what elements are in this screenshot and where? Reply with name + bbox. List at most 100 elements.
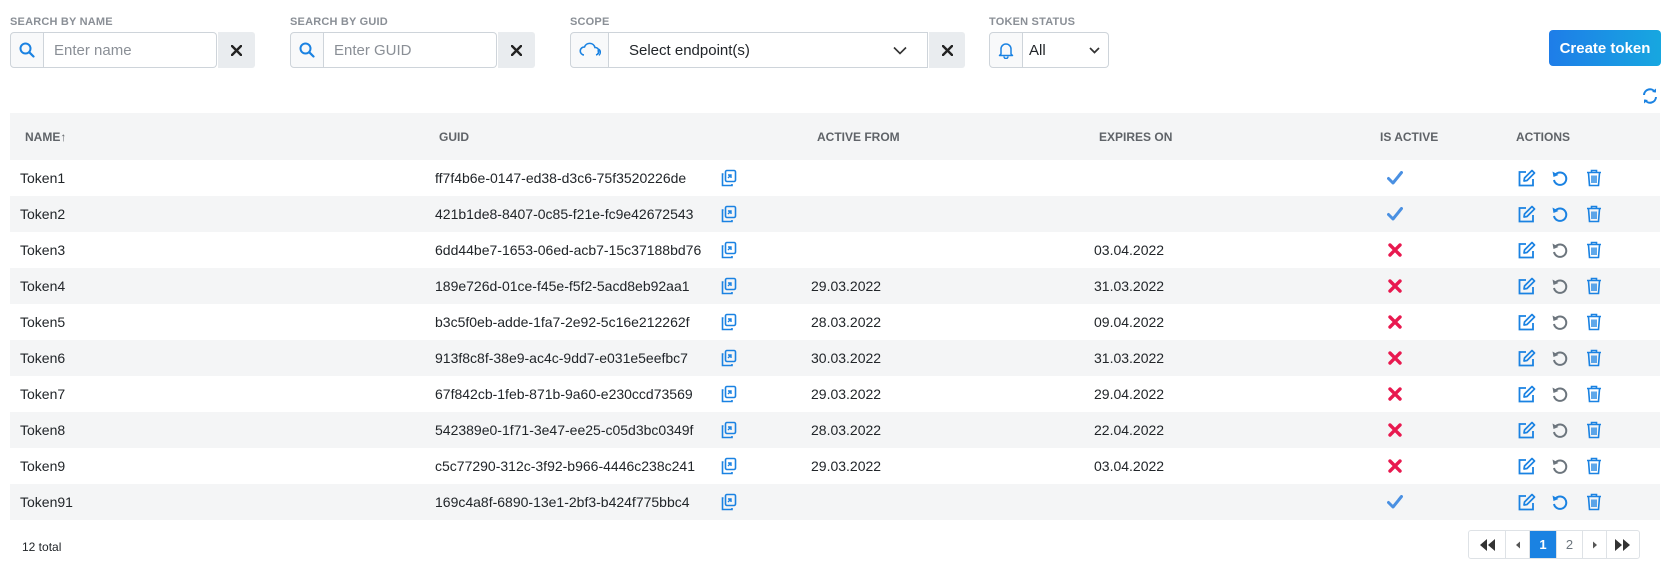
- token-guid: b3c5f0eb-adde-1fa7-2e92-5c16e212262f: [435, 314, 690, 330]
- trash-icon[interactable]: [1584, 492, 1604, 512]
- edit-icon[interactable]: [1516, 240, 1536, 260]
- trash-icon[interactable]: [1584, 168, 1604, 188]
- clear-name-button[interactable]: [218, 32, 255, 68]
- create-token-button[interactable]: Create token: [1549, 30, 1661, 66]
- column-header-active-from: ACTIVE FROM: [817, 129, 900, 144]
- table-row: Token5 b3c5f0eb-adde-1fa7-2e92-5c16e21226…: [10, 304, 1660, 340]
- filter-status-box: All: [989, 32, 1109, 68]
- copy-icon: [719, 312, 739, 332]
- copy-icon: [719, 204, 739, 224]
- clear-scope-button[interactable]: [929, 32, 965, 68]
- name-search-input[interactable]: [44, 32, 217, 68]
- copy-guid-button[interactable]: [719, 276, 811, 296]
- table-row: Token8 542389e0-1f71-3e47-ee25-c05d3bc034…: [10, 412, 1660, 448]
- copy-guid-button[interactable]: [719, 348, 811, 368]
- trash-icon[interactable]: [1584, 384, 1604, 404]
- table-row: Token3 6dd44be7-1653-06ed-acb7-15c37188bd…: [10, 232, 1660, 268]
- double-chevron-left-icon: [1480, 538, 1495, 551]
- undo-icon[interactable]: [1550, 276, 1570, 296]
- undo-icon[interactable]: [1550, 492, 1570, 512]
- copy-guid-button[interactable]: [719, 240, 811, 260]
- edit-icon[interactable]: [1516, 456, 1536, 476]
- column-header-actions: ACTIONS: [1516, 129, 1570, 144]
- cross-icon: [1385, 276, 1405, 296]
- trash-icon[interactable]: [1584, 420, 1604, 440]
- copy-guid-button[interactable]: [719, 456, 811, 476]
- cross-icon: [1385, 312, 1405, 332]
- undo-icon[interactable]: [1550, 312, 1570, 332]
- table-body: Token1 ff7f4b6e-0147-ed38-d3c6-75f3520226…: [10, 160, 1660, 520]
- copy-guid-button[interactable]: [719, 420, 811, 440]
- table-row: Token4 189e726d-01ce-f45e-f5f2-5acd8eb92a…: [10, 268, 1660, 304]
- row-actions: [1513, 456, 1660, 476]
- copy-guid-button[interactable]: [719, 168, 811, 188]
- row-actions: [1513, 492, 1660, 512]
- copy-guid-button[interactable]: [719, 204, 811, 224]
- trash-icon[interactable]: [1584, 312, 1604, 332]
- page-2-button[interactable]: 2: [1557, 531, 1583, 558]
- scope-select[interactable]: Select endpoint(s): [609, 32, 928, 68]
- undo-icon[interactable]: [1550, 384, 1570, 404]
- token-name: Token4: [20, 278, 66, 294]
- row-actions: [1513, 168, 1660, 188]
- refresh-icon[interactable]: [1640, 86, 1660, 106]
- edit-icon[interactable]: [1516, 348, 1536, 368]
- undo-icon[interactable]: [1550, 204, 1570, 224]
- row-actions: [1513, 348, 1660, 368]
- copy-guid-button[interactable]: [719, 384, 811, 404]
- edit-icon[interactable]: [1516, 492, 1536, 512]
- table-row: Token9 c5c77290-312c-3f92-b966-4446c238c2…: [10, 448, 1660, 484]
- column-header-expires-on: EXPIRES ON: [1099, 129, 1173, 144]
- copy-icon: [719, 492, 739, 512]
- undo-icon[interactable]: [1550, 240, 1570, 260]
- table-row: Token1 ff7f4b6e-0147-ed38-d3c6-75f3520226…: [10, 160, 1660, 196]
- last-page-button[interactable]: [1607, 531, 1639, 558]
- edit-icon[interactable]: [1516, 276, 1536, 296]
- undo-icon[interactable]: [1550, 420, 1570, 440]
- undo-icon[interactable]: [1550, 456, 1570, 476]
- token-guid: 913f8c8f-38e9-ac4c-9dd7-e031e5eefbc7: [435, 350, 688, 366]
- token-status-select[interactable]: All: [1023, 32, 1109, 68]
- copy-icon: [719, 348, 739, 368]
- token-is-active: [1380, 384, 1513, 404]
- copy-icon: [719, 276, 739, 296]
- copy-guid-button[interactable]: [719, 312, 811, 332]
- copy-guid-button[interactable]: [719, 492, 811, 512]
- total-count: 12 total: [22, 540, 62, 554]
- undo-icon[interactable]: [1550, 348, 1570, 368]
- prev-page-button[interactable]: [1506, 531, 1530, 558]
- token-expires-on: 31.03.2022: [1094, 350, 1165, 366]
- first-page-button[interactable]: [1469, 531, 1506, 558]
- token-active-from: 29.03.2022: [811, 458, 882, 474]
- token-is-active: [1380, 420, 1513, 440]
- token-guid: 6dd44be7-1653-06ed-acb7-15c37188bd76: [435, 242, 702, 258]
- guid-search-input[interactable]: [324, 32, 497, 68]
- trash-icon[interactable]: [1584, 276, 1604, 296]
- edit-icon[interactable]: [1516, 384, 1536, 404]
- filter-name-box: [10, 32, 255, 68]
- token-name: Token6: [20, 350, 66, 366]
- edit-icon[interactable]: [1516, 204, 1536, 224]
- row-actions: [1513, 276, 1660, 296]
- chevron-down-icon: [1089, 46, 1100, 54]
- close-icon: [511, 44, 522, 56]
- edit-icon[interactable]: [1516, 312, 1536, 332]
- token-name: Token5: [20, 314, 66, 330]
- edit-icon[interactable]: [1516, 168, 1536, 188]
- trash-icon[interactable]: [1584, 456, 1604, 476]
- trash-icon[interactable]: [1584, 204, 1604, 224]
- clear-guid-button[interactable]: [498, 32, 535, 68]
- token-guid: 169c4a8f-6890-13e1-2bf3-b424f775bbc4: [435, 494, 690, 510]
- token-name: Token1: [20, 170, 66, 186]
- table-row: Token7 67f842cb-1feb-871b-9a60-e230ccd735…: [10, 376, 1660, 412]
- page-1-button[interactable]: 1: [1530, 531, 1557, 558]
- trash-icon[interactable]: [1584, 240, 1604, 260]
- column-header-name[interactable]: NAME↑: [10, 130, 435, 144]
- trash-icon[interactable]: [1584, 348, 1604, 368]
- row-actions: [1513, 420, 1660, 440]
- double-chevron-right-icon: [1615, 538, 1630, 551]
- undo-icon[interactable]: [1550, 168, 1570, 188]
- cloud-icon: [570, 32, 609, 68]
- next-page-button[interactable]: [1583, 531, 1607, 558]
- edit-icon[interactable]: [1516, 420, 1536, 440]
